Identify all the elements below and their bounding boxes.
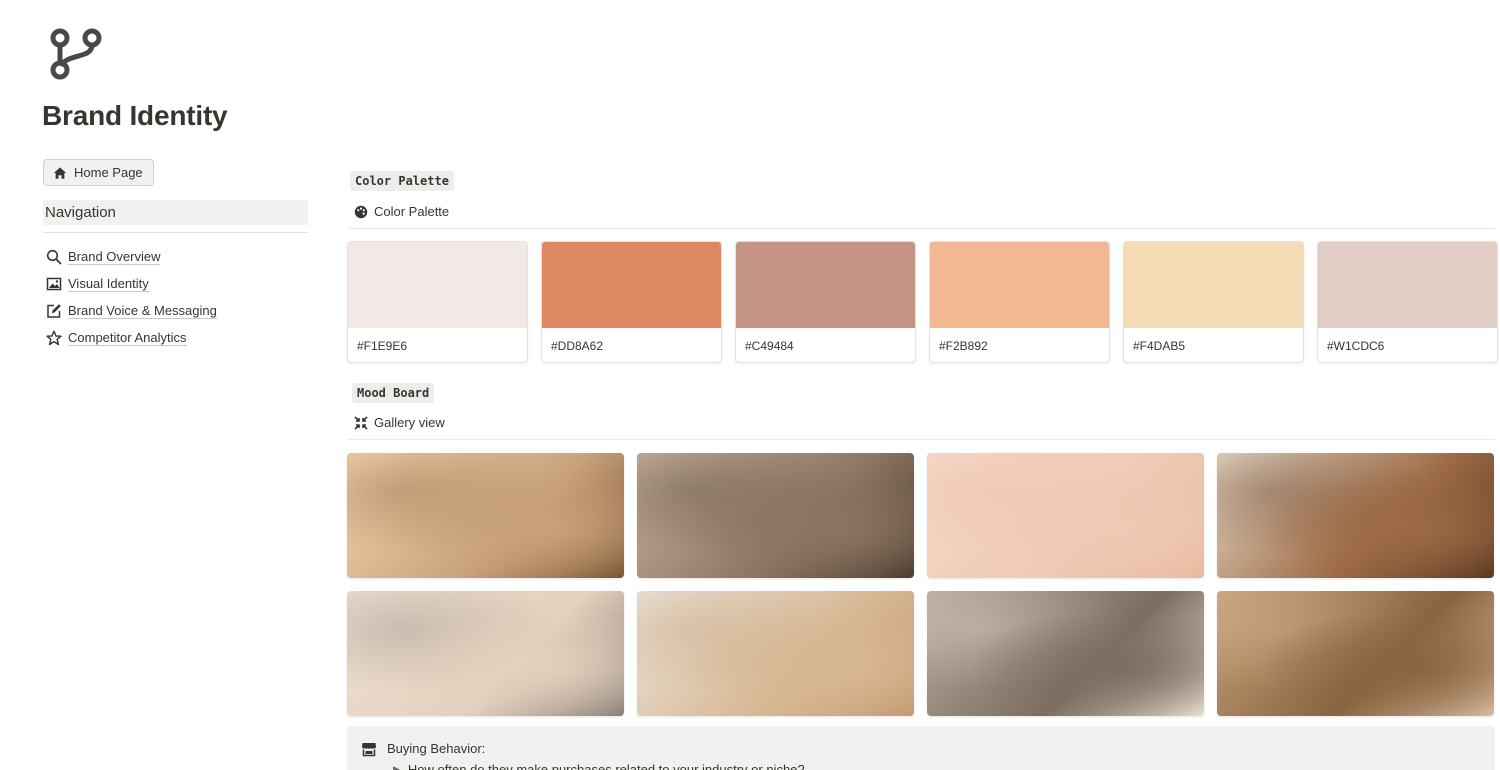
swatch-code: #F2B892: [939, 339, 988, 353]
swatch-color: [542, 242, 721, 328]
swatch-color: [1318, 242, 1497, 328]
perfume-silk-image: [1217, 591, 1494, 716]
star-icon: [46, 330, 62, 345]
navigation-heading: Navigation: [43, 200, 308, 225]
swatch-card[interactable]: #DD8A62: [541, 241, 722, 363]
image-icon: [46, 277, 62, 290]
palm-leaves-image: [637, 453, 914, 578]
swatch-card[interactable]: #F1E9E6: [347, 241, 528, 363]
home-page-button[interactable]: Home Page: [43, 159, 154, 186]
page-icon[interactable]: [48, 26, 104, 82]
foundation-swatch-image: [637, 591, 914, 716]
swatch-card[interactable]: #F4DAB5: [1123, 241, 1304, 363]
swatch-card[interactable]: #C49484: [735, 241, 916, 363]
shadow-flowers-image: [347, 453, 624, 578]
toggle-question[interactable]: ▶ How often do they make purchases relate…: [393, 762, 805, 770]
gallery-card[interactable]: [347, 453, 624, 578]
mood-board-divider: [348, 439, 1495, 440]
home-page-label: Home Page: [74, 165, 143, 180]
gallery-card[interactable]: [347, 591, 624, 716]
palette-icon: [354, 205, 368, 218]
home-icon: [53, 166, 67, 179]
gallery-icon: [354, 415, 368, 430]
nav-list: Brand Overview Visual Identity Brand Voi…: [46, 243, 217, 351]
callout-title: Buying Behavior:: [387, 741, 486, 756]
store-icon: [362, 743, 376, 757]
swatch-grid: #F1E9E6 #DD8A62 #C49484 #F2B892 #F4DAB5 …: [347, 241, 1498, 363]
mood-board-gallery: [347, 453, 1494, 716]
cream-texture-image: [927, 453, 1204, 578]
swatch-color: [930, 242, 1109, 328]
page-title: Brand Identity: [42, 100, 228, 131]
nav-item-label: Competitor Analytics: [68, 329, 187, 346]
gallery-card[interactable]: [637, 591, 914, 716]
nav-item-brand-voice[interactable]: Brand Voice & Messaging: [46, 297, 217, 324]
color-palette-divider: [348, 228, 1495, 229]
gallery-card[interactable]: [637, 453, 914, 578]
swatch-card[interactable]: #F2B892: [929, 241, 1110, 363]
mood-board-section-label: Mood Board: [352, 383, 435, 403]
swatch-code: #DD8A62: [551, 339, 604, 353]
gallery-card[interactable]: [927, 591, 1204, 716]
nav-item-label: Brand Overview: [68, 248, 161, 265]
question-text: How often do they make purchases related…: [407, 762, 805, 770]
swatch-color: [348, 242, 527, 328]
nav-item-competitor-analytics[interactable]: Competitor Analytics: [46, 324, 217, 351]
gallery-card[interactable]: [1217, 453, 1494, 578]
color-palette-view-tab[interactable]: Color Palette: [354, 204, 449, 219]
search-icon: [46, 249, 62, 264]
swatch-color: [736, 242, 915, 328]
color-palette-section-label: Color Palette: [350, 171, 454, 191]
pampas-fabric-image: [1217, 453, 1494, 578]
gallery-view-tab[interactable]: Gallery view: [354, 415, 445, 430]
swatch-code: #C49484: [745, 339, 794, 353]
swatch-color: [1124, 242, 1303, 328]
book-pearls-image: [927, 591, 1204, 716]
nav-divider: [43, 232, 308, 233]
swatch-code: #F4DAB5: [1133, 339, 1186, 353]
buying-behavior-callout: Buying Behavior: ▶ How often do they make…: [347, 726, 1495, 770]
nav-item-brand-overview[interactable]: Brand Overview: [46, 243, 217, 270]
view-tab-label: Color Palette: [374, 204, 450, 219]
nav-item-label: Visual Identity: [68, 275, 149, 292]
branch-icon: [50, 28, 102, 80]
view-tab-label: Gallery view: [374, 415, 445, 430]
nav-item-label: Brand Voice & Messaging: [68, 302, 217, 319]
nav-item-visual-identity[interactable]: Visual Identity: [46, 270, 217, 297]
gallery-card[interactable]: [927, 453, 1204, 578]
edit-icon: [47, 303, 61, 318]
toggle-triangle-icon[interactable]: ▶: [393, 762, 400, 770]
swatch-code: #F1E9E6: [357, 339, 408, 353]
swatch-code: #W1CDC6: [1327, 339, 1385, 353]
rose-shells-image: [347, 591, 624, 716]
gallery-card[interactable]: [1217, 591, 1494, 716]
swatch-card[interactable]: #W1CDC6: [1317, 241, 1498, 363]
